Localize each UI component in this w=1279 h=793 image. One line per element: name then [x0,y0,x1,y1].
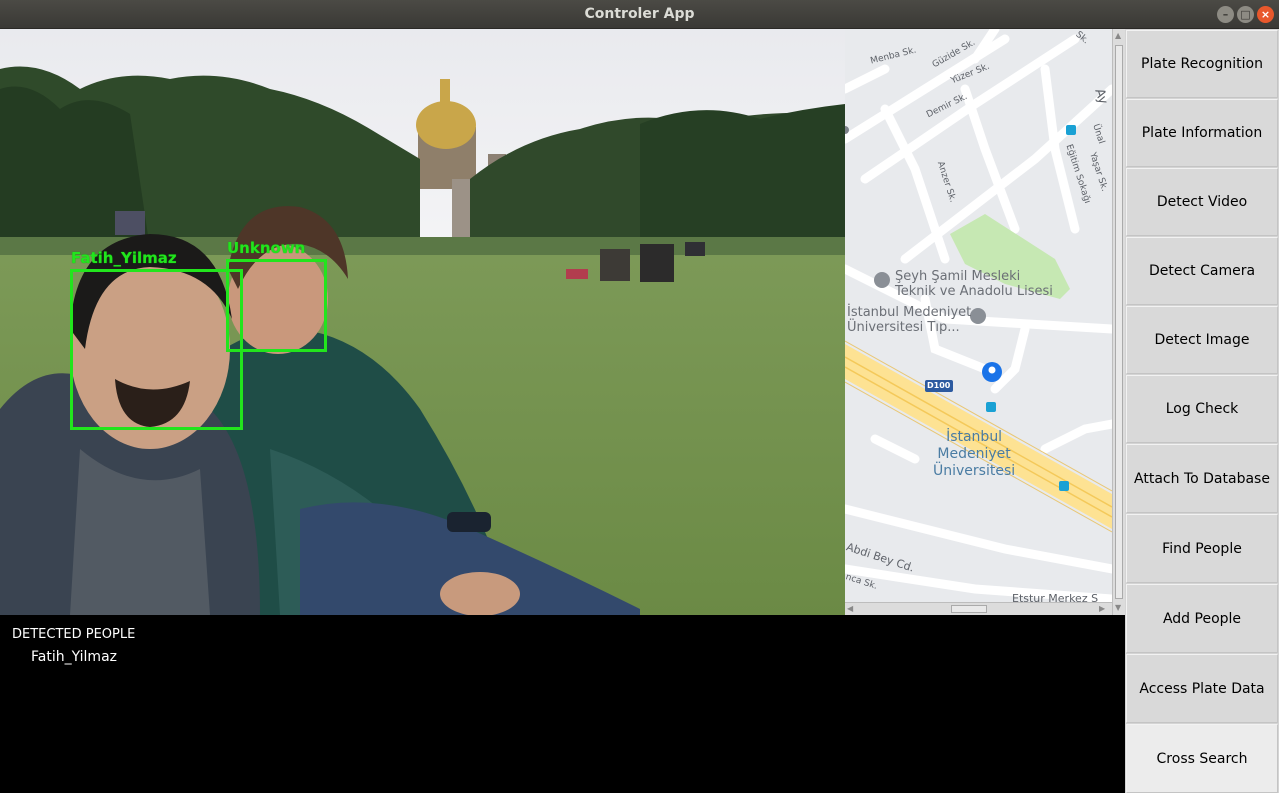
plate-information-button[interactable]: Plate Information [1126,99,1278,167]
map-vertical-scroll-thumb[interactable] [1115,45,1123,599]
scroll-down-icon[interactable]: ▼ [1115,603,1121,613]
map-horizontal-scrollbar[interactable]: ◀ ▶ [845,602,1112,615]
scroll-left-icon[interactable]: ◀ [847,604,853,614]
attach-to-database-button[interactable]: Attach To Database [1126,444,1278,513]
poi-label: İstanbul Medeniyet Üniversitesi Tıp... [847,305,972,335]
detect-image-button[interactable]: Detect Image [1126,306,1278,374]
window-title: Controler App [584,6,695,22]
road-badge: D100 [927,381,951,390]
bus-stop-icon[interactable] [986,402,996,412]
school-pin-icon[interactable] [970,308,986,324]
detect-camera-button[interactable]: Detect Camera [1126,237,1278,305]
school-pin-icon[interactable] [874,272,890,288]
detected-people-title: DETECTED PEOPLE [12,627,136,642]
maximize-icon[interactable]: □ [1237,6,1254,23]
action-sidebar: Plate Recognition Plate Information Dete… [1125,29,1279,793]
map-horizontal-scroll-thumb[interactable] [951,605,987,613]
detected-person: Fatih_Yilmaz [31,649,117,665]
street-label: Etstur Merkez S [1012,592,1099,602]
access-plate-data-button[interactable]: Access Plate Data [1126,654,1278,723]
title-bar[interactable]: Controler App – □ × [0,0,1279,29]
find-people-button[interactable]: Find People [1126,514,1278,583]
detected-people-list: Fatih_Yilmaz [31,648,117,666]
scroll-right-icon[interactable]: ▶ [1099,604,1105,614]
poi-label: Şeyh Şamil Mesleki Teknik ve Anadolu Lis… [895,269,1053,299]
face-box-fatih [70,269,243,430]
minimize-icon[interactable]: – [1217,6,1234,23]
log-check-button[interactable]: Log Check [1126,375,1278,443]
face-label-fatih: Fatih_Yilmaz [71,249,177,267]
face-label-unknown: Unknown [227,239,306,257]
bus-stop-icon[interactable] [1066,125,1076,135]
plate-recognition-button[interactable]: Plate Recognition [1126,30,1278,98]
scroll-up-icon[interactable]: ▲ [1115,31,1121,41]
map-vertical-scrollbar[interactable]: ▲ ▼ [1112,29,1125,615]
detect-video-button[interactable]: Detect Video [1126,168,1278,236]
close-icon[interactable]: × [1257,6,1274,23]
add-people-button[interactable]: Add People [1126,584,1278,653]
bus-stop-icon[interactable] [1059,481,1069,491]
cross-search-button[interactable]: Cross Search [1126,724,1278,793]
map-view[interactable]: Menba Sk. Güzide Sk. Yüzer Sk. Demir Sk.… [845,29,1112,602]
output-panel: DETECTED PEOPLE Fatih_Yilmaz [0,615,1125,793]
camera-view: Fatih_Yilmaz Unknown [0,29,845,615]
detection-overlay [70,259,327,430]
university-label: İstanbul Medeniyet Üniversitesi [933,429,1016,479]
